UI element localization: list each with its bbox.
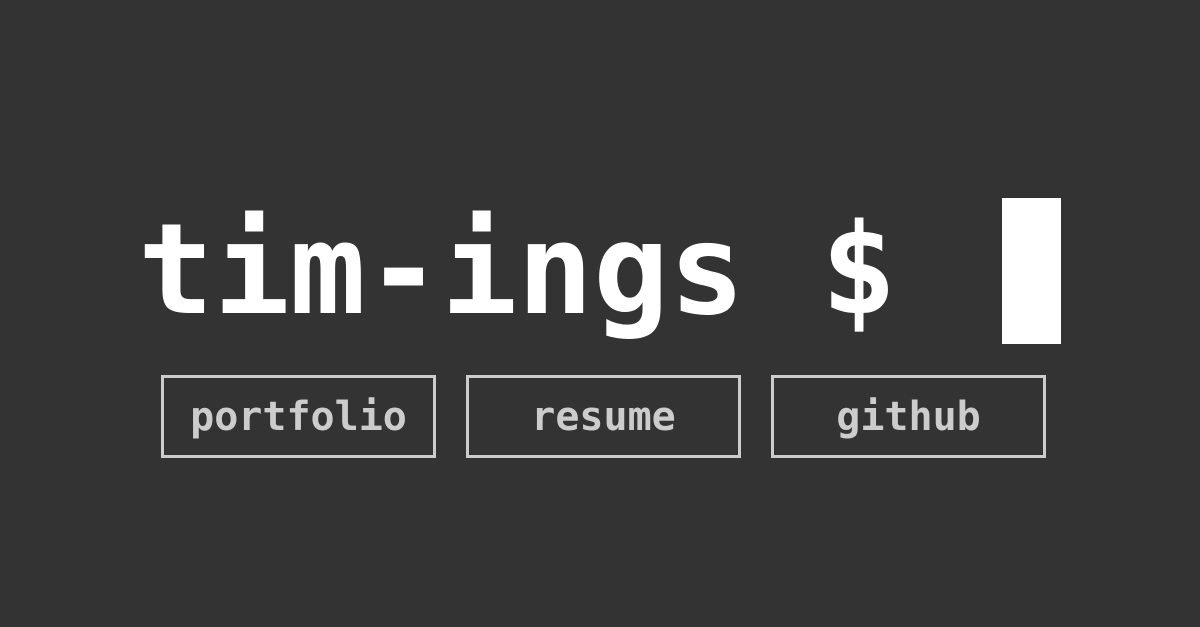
portfolio-link-button[interactable]: portfolio [161,375,436,458]
site-title: tim-ings $ [138,196,897,343]
link-bar: portfolio resume github [161,375,1046,458]
terminal-prompt: tim-ings $ [138,190,897,350]
terminal-cursor [1002,198,1061,344]
hero-banner: tim-ings $ portfolio resume github [0,0,1200,627]
resume-link-button[interactable]: resume [466,375,741,458]
github-link-button[interactable]: github [771,375,1046,458]
